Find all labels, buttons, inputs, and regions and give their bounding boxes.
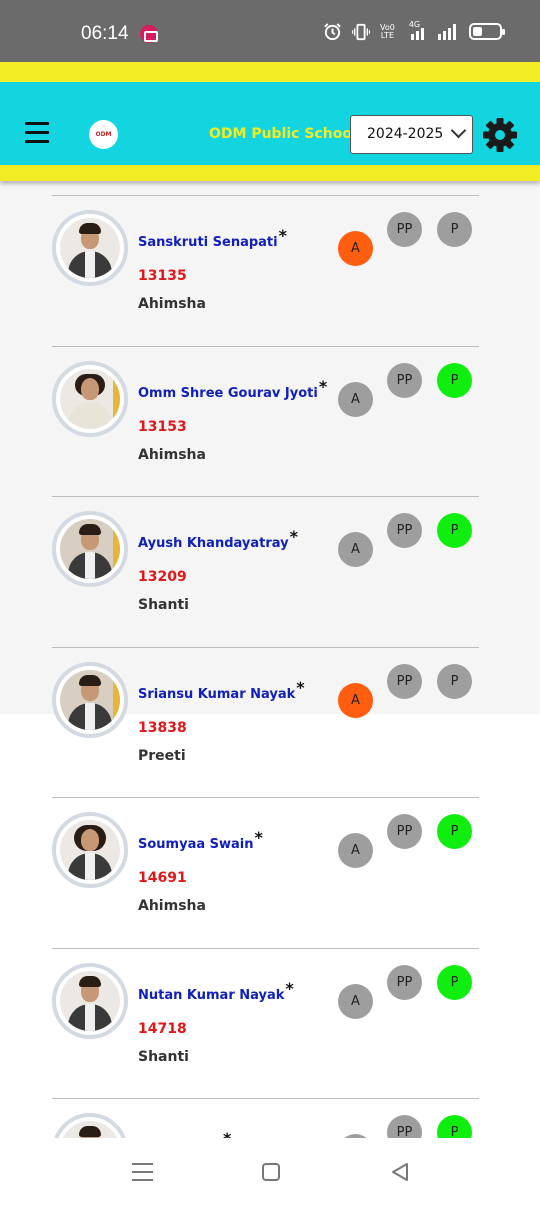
absent-button[interactable]: A [338,833,373,868]
partial-present-button[interactable]: PP [387,965,422,1000]
partial-present-button[interactable]: PP [387,513,422,548]
student-row: Sriansu Kumar Nayak* 13838 Preeti A PP P [52,647,479,797]
partial-present-button[interactable]: PP [387,1115,422,1138]
avatar [52,511,128,587]
present-button[interactable]: P [437,212,472,247]
student-row: Nutan Kumar Nayak* 14718 Shanti A PP P [52,948,479,1098]
alarm-icon [324,23,341,41]
gear-icon[interactable] [482,117,518,153]
back-icon[interactable] [390,1162,410,1182]
required-star: * [296,678,305,697]
roll-number: 14718 [138,1021,187,1037]
student-name: Ayush Khandayatray [138,536,289,551]
roll-number: 14691 [138,870,187,886]
house-name: Ahimsha [138,296,206,312]
student-name: Sriansu Kumar Nayak [138,687,296,702]
present-button[interactable]: P [437,513,472,548]
signal-4g-icon: 4G [405,20,427,41]
required-star: * [278,226,287,245]
student-name: Nutan Kumar Nayak [138,988,285,1003]
partial-present-button[interactable]: PP [387,212,422,247]
partial-present-button[interactable]: PP [387,664,422,699]
avatar [52,210,128,286]
present-button[interactable]: P [437,814,472,849]
absent-button[interactable]: A [338,532,373,567]
present-button[interactable]: P [437,664,472,699]
student-name-wrap: Soumyaa Swain* [138,828,263,852]
absent-button[interactable]: A [338,984,373,1019]
vibrate-icon [352,23,370,40]
present-button[interactable]: P [437,1115,472,1138]
system-nav-bar [0,1138,540,1206]
required-star: * [223,1129,231,1138]
student-name-wrap: Omm Shree Gourav Jyoti* [138,377,327,401]
required-star: * [318,377,328,396]
roll-number: 13135 [138,268,187,284]
partial-present-button[interactable]: PP [387,814,422,849]
avatar [52,963,128,1039]
home-icon[interactable] [262,1163,280,1181]
student-name-wrap: Ayush Khandayatray* [138,527,298,551]
menu-icon[interactable] [25,122,49,146]
status-icons: Vo0 LTE 4G [323,20,505,41]
present-button[interactable]: P [437,363,472,398]
student-row: * PP P [52,1098,479,1138]
chevron-down-icon [450,122,467,139]
absent-button[interactable]: A [338,231,373,266]
absent-button[interactable]: A [338,683,373,718]
student-name: Omm Shree Gourav Jyoti [138,386,318,401]
volte-bottom: LTE [380,30,395,40]
student-name: Sanskruti Senapati [138,235,278,250]
roll-number: 13838 [138,720,187,736]
house-name: Ahimsha [138,447,206,463]
status-bar: 06:14 Vo0 LTE 4G [0,0,540,62]
school-name: ODM Public School [209,126,357,142]
student-row: Ayush Khandayatray* 13209 Shanti A PP P [52,496,479,646]
student-name-wrap: Sanskruti Senapati* [138,226,287,250]
required-star: * [289,527,298,546]
absent-button[interactable]: A [338,382,373,417]
status-time: 06:14 [81,23,129,44]
student-name-wrap: Sriansu Kumar Nayak* [138,678,305,702]
student-list: Sanskruti Senapati* 13135 Ahimsha A PP P… [0,181,540,1138]
battery-icon [468,23,505,40]
student-name-wrap: Nutan Kumar Nayak* [138,979,294,1003]
house-name: Preeti [138,748,186,764]
avatar [52,1113,128,1138]
roll-number: 13209 [138,569,187,585]
required-star: * [285,979,294,998]
student-name: Soumyaa Swain [138,837,254,852]
student-row: Soumyaa Swain* 14691 Ahimsha A PP P [52,797,479,947]
notification-icon [140,25,158,43]
present-button[interactable]: P [437,965,472,1000]
avatar [52,361,128,437]
signal-icon [437,23,456,40]
header-top-band [0,62,540,82]
year-select[interactable]: 2024-2025 [350,115,473,154]
recent-apps-icon[interactable] [132,1163,153,1182]
avatar [52,812,128,888]
volte-icon: Vo0 LTE [380,23,395,40]
house-name: Shanti [138,1049,189,1065]
house-name: Ahimsha [138,898,206,914]
roll-number: 13153 [138,419,187,435]
header-bottom-band [0,165,540,181]
student-row: Omm Shree Gourav Jyoti* 13153 Ahimsha A … [52,346,479,496]
avatar [52,662,128,738]
student-row: Sanskruti Senapati* 13135 Ahimsha A PP P [52,195,479,345]
school-logo: ODM [89,120,118,149]
required-star: * [254,828,263,847]
house-name: Shanti [138,597,189,613]
partial-present-button[interactable]: PP [387,363,422,398]
year-value: 2024-2025 [367,126,444,142]
